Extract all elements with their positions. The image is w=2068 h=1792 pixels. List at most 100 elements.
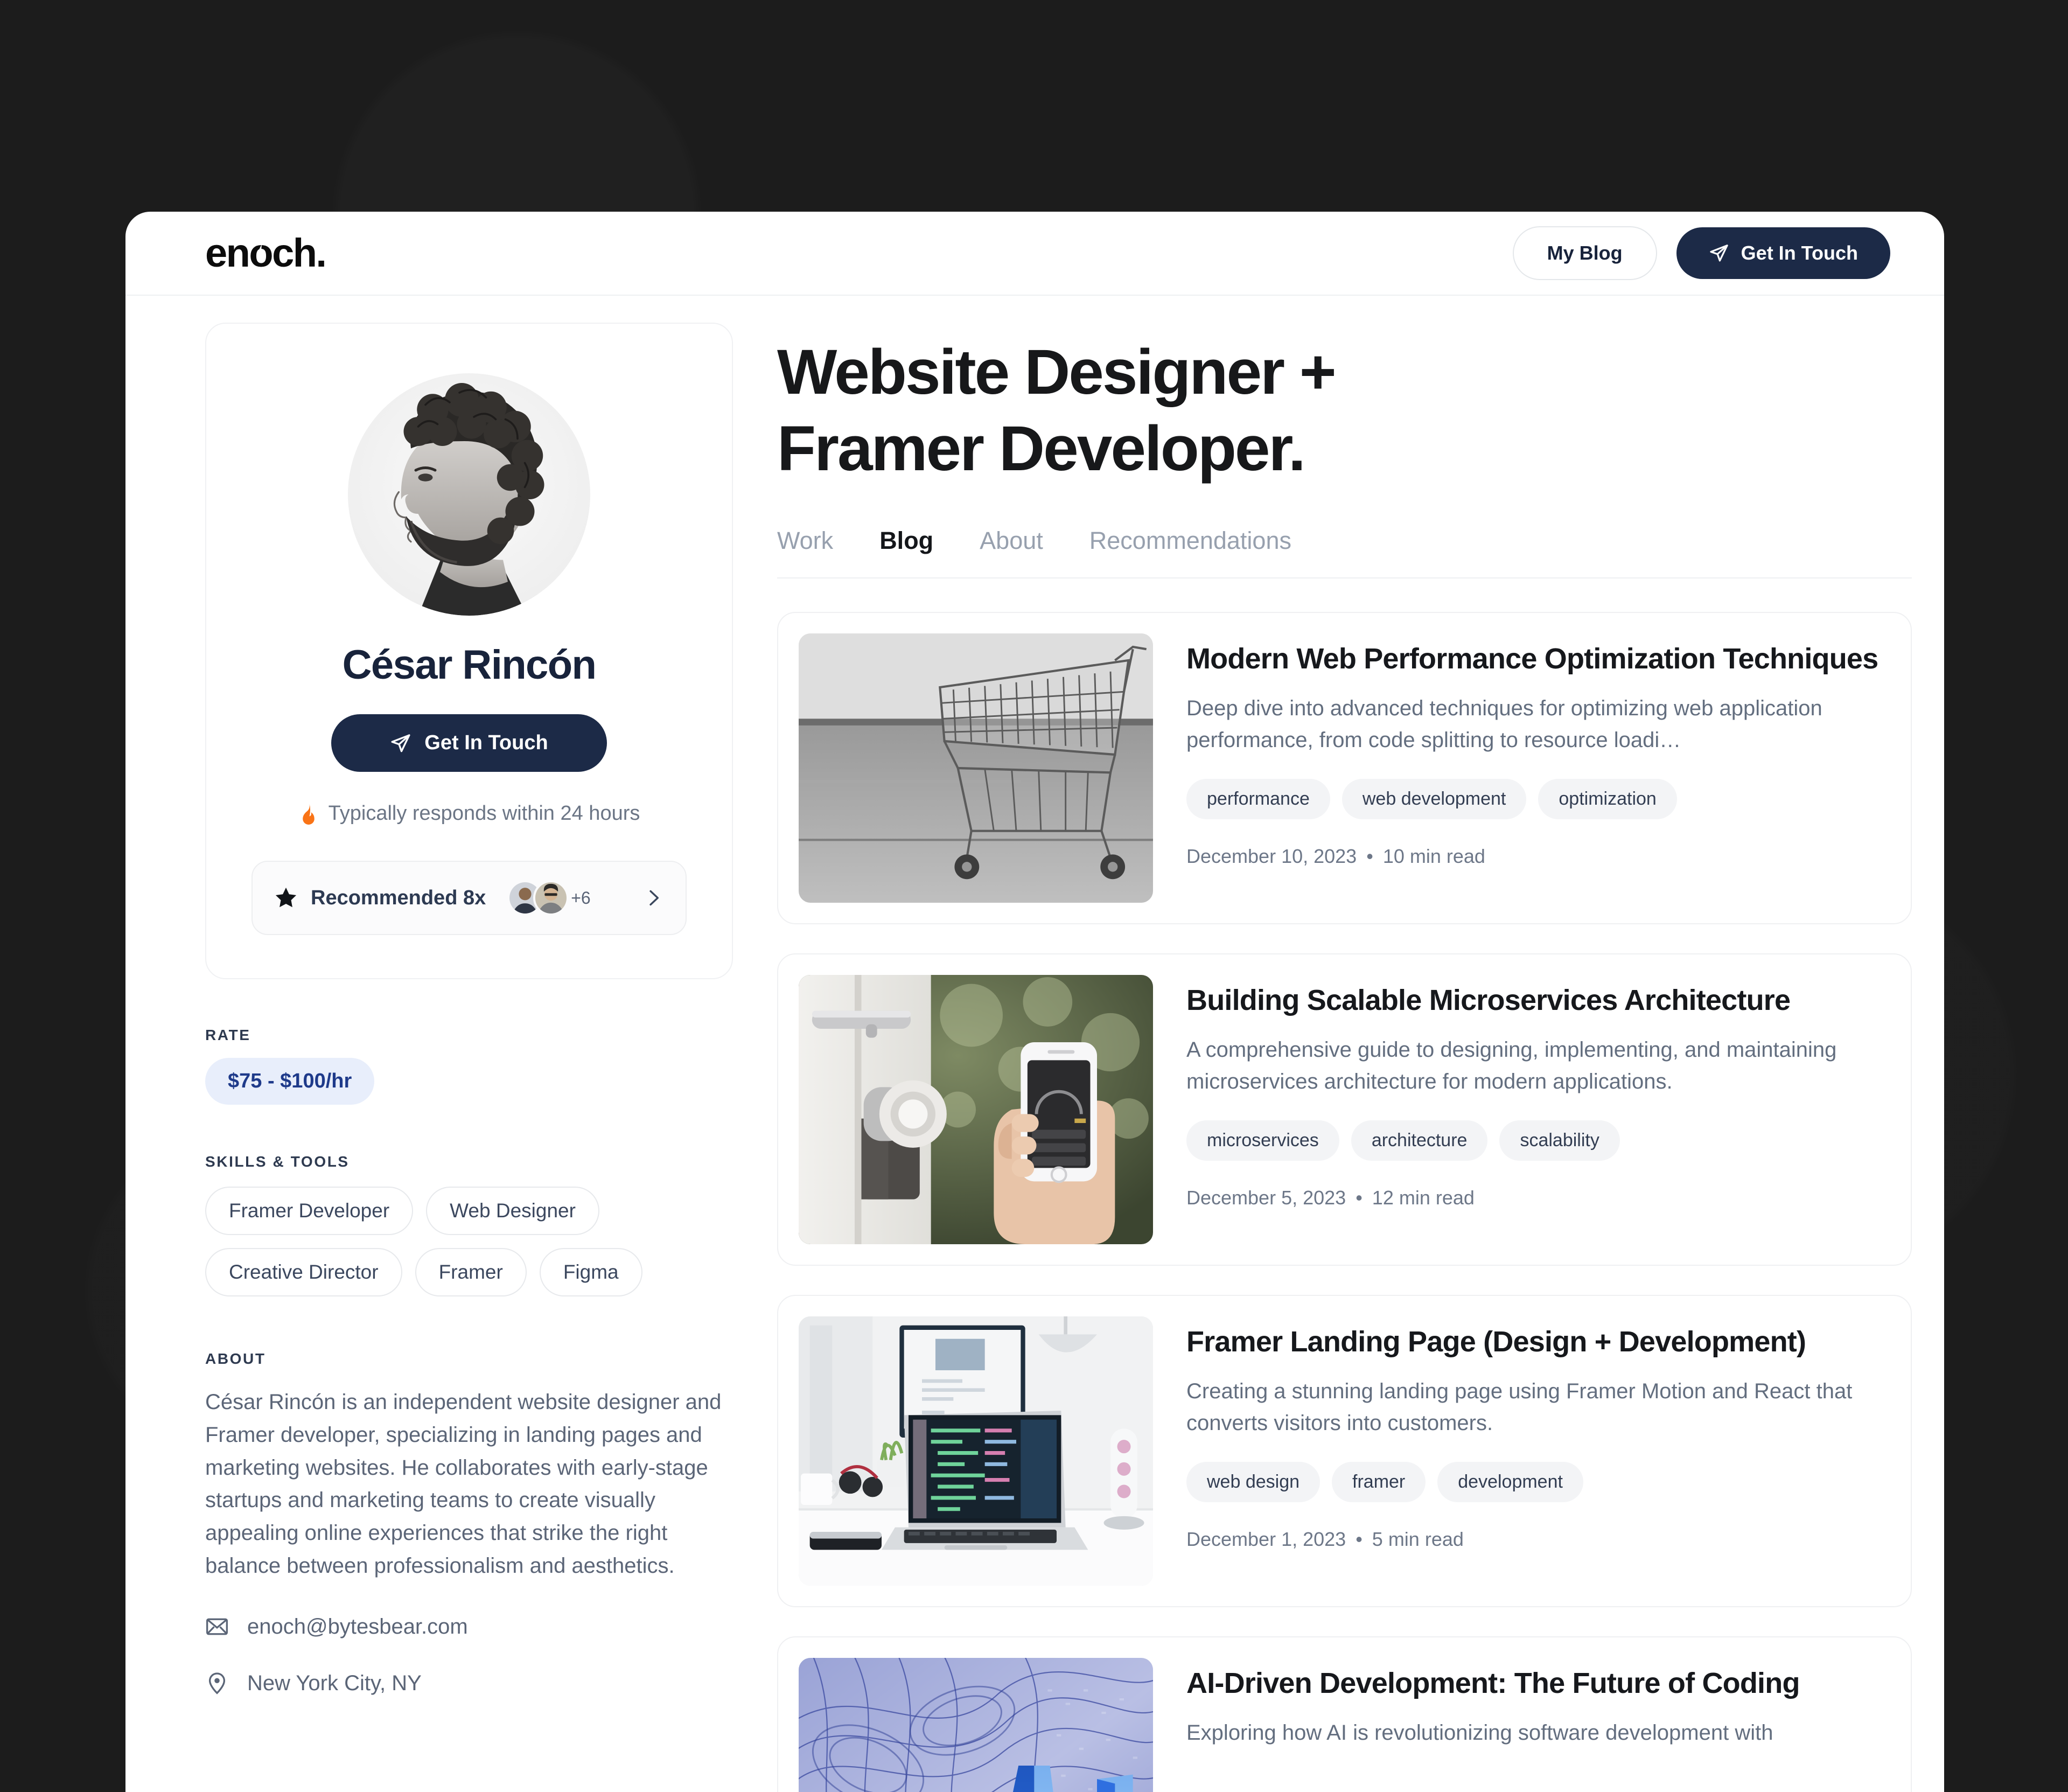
avatar-portrait	[348, 373, 590, 616]
content-tabs: Work Blog About Recommendations	[777, 527, 1912, 579]
post-body: Building Scalable Microservices Architec…	[1186, 975, 1890, 1244]
post-tag[interactable]: microservices	[1186, 1120, 1339, 1161]
post-read-time: 10 min read	[1382, 845, 1485, 868]
blog-post-card[interactable]: Building Scalable Microservices Architec…	[777, 953, 1912, 1266]
post-title: Modern Web Performance Optimization Tech…	[1186, 643, 1878, 675]
post-tag[interactable]: framer	[1332, 1462, 1426, 1503]
person-avatar-icon	[535, 882, 567, 914]
tab-recommendations[interactable]: Recommendations	[1089, 527, 1291, 555]
tab-blog[interactable]: Blog	[879, 527, 933, 555]
brand-text-before: en	[205, 231, 250, 275]
rate-section: RATE $75 - $100/hr	[205, 1027, 733, 1105]
profile-name: César Rincón	[342, 642, 597, 688]
skill-chip[interactable]: Framer	[415, 1248, 527, 1296]
skill-chip[interactable]: Figma	[539, 1248, 642, 1296]
paper-plane-icon	[391, 734, 410, 752]
location-pin-icon	[205, 1671, 229, 1695]
avatar	[348, 373, 590, 616]
lightning-bolt-icon	[256, 244, 265, 262]
post-title: Building Scalable Microservices Architec…	[1186, 984, 1791, 1017]
about-text: César Rincón is an independent website d…	[205, 1390, 722, 1578]
skill-chip[interactable]: Framer Developer	[205, 1187, 414, 1235]
sidebar-get-in-touch-button[interactable]: Get In Touch	[331, 714, 607, 772]
blog-post-card[interactable]: AI-Driven Development: The Future of Cod…	[777, 1636, 1912, 1792]
post-excerpt: Deep dive into advanced techniques for o…	[1186, 696, 1822, 752]
recommendations-label: Recommended 8x	[311, 886, 486, 909]
contact-email-value: enoch@bytesbear.com	[247, 1614, 468, 1638]
post-meta: December 5, 2023 • 12 min read	[1186, 1187, 1890, 1209]
about-section-label: ABOUT	[205, 1350, 266, 1367]
post-excerpt: A comprehensive guide to designing, impl…	[1186, 1037, 1837, 1094]
post-tag-row: performance web development optimization	[1186, 779, 1890, 820]
main-content: Website Designer + Framer Developer. Wor…	[777, 323, 1912, 1792]
flame-icon	[302, 804, 315, 825]
post-tag-row: microservices architecture scalability	[1186, 1120, 1890, 1161]
mail-icon	[205, 1615, 229, 1638]
blog-post-card[interactable]: Modern Web Performance Optimization Tech…	[777, 612, 1912, 925]
ai-abstract-photo	[799, 1658, 1153, 1792]
skills-section: SKILLS & TOOLS Framer Developer Web Desi…	[205, 1153, 733, 1296]
rate-value-badge: $75 - $100/hr	[205, 1058, 375, 1105]
post-tag[interactable]: web design	[1186, 1462, 1321, 1503]
skill-chip[interactable]: Web Designer	[426, 1187, 599, 1235]
rate-section-label: RATE	[205, 1027, 251, 1043]
post-excerpt: Exploring how AI is revolutionizing soft…	[1186, 1720, 1773, 1745]
contact-location-row: New York City, NY	[205, 1671, 733, 1696]
brand-logo[interactable]: enoch.	[205, 231, 327, 275]
contact-location-value: New York City, NY	[247, 1671, 422, 1695]
shopping-cart-photo	[799, 633, 1153, 903]
post-thumbnail	[799, 1316, 1153, 1586]
meta-separator: •	[1366, 845, 1373, 868]
post-body: Modern Web Performance Optimization Tech…	[1186, 633, 1890, 903]
post-tag[interactable]: web development	[1342, 779, 1527, 820]
app-window: enoch. My Blog Get In Touch	[125, 212, 1944, 1792]
recommender-avatar-2	[533, 880, 569, 916]
star-icon	[275, 887, 297, 908]
recommender-avatars: +6	[507, 880, 591, 916]
post-tag[interactable]: architecture	[1351, 1120, 1488, 1161]
post-tag[interactable]: scalability	[1499, 1120, 1620, 1161]
post-date: December 1, 2023	[1186, 1528, 1346, 1551]
post-read-time: 12 min read	[1372, 1187, 1475, 1209]
sidebar-get-in-touch-label: Get In Touch	[424, 731, 548, 754]
profile-sidebar: César Rincón Get In Touch Typically resp…	[205, 323, 733, 1792]
meta-separator: •	[1356, 1528, 1363, 1551]
tab-about[interactable]: About	[980, 527, 1043, 555]
header-get-in-touch-button[interactable]: Get In Touch	[1676, 227, 1890, 279]
post-tag[interactable]: optimization	[1538, 779, 1677, 820]
header-actions: My Blog Get In Touch	[1512, 226, 1890, 280]
post-excerpt: Creating a stunning landing page using F…	[1186, 1379, 1853, 1435]
post-title: Framer Landing Page (Design + Developmen…	[1186, 1326, 1806, 1358]
post-body: Framer Landing Page (Design + Developmen…	[1186, 1316, 1890, 1586]
post-thumbnail	[799, 633, 1153, 903]
response-time: Typically responds within 24 hours	[251, 802, 687, 825]
contact-email-row[interactable]: enoch@bytesbear.com	[205, 1615, 733, 1639]
skills-section-label: SKILLS & TOOLS	[205, 1153, 350, 1170]
post-title: AI-Driven Development: The Future of Cod…	[1186, 1667, 1800, 1700]
smart-lock-photo	[799, 975, 1153, 1245]
brand-text-after: ch.	[272, 231, 327, 275]
recommendations-summary[interactable]: Recommended 8x +6	[251, 861, 687, 935]
skill-chip[interactable]: Creative Director	[205, 1248, 402, 1296]
laptop-code-photo	[799, 1316, 1153, 1586]
about-section: ABOUT César Rincón is an independent web…	[205, 1350, 733, 1696]
response-time-label: Typically responds within 24 hours	[328, 802, 640, 825]
blog-post-card[interactable]: Framer Landing Page (Design + Developmen…	[777, 1295, 1912, 1608]
post-tag[interactable]: performance	[1186, 779, 1330, 820]
my-blog-button[interactable]: My Blog	[1512, 226, 1657, 280]
post-thumbnail	[799, 1658, 1153, 1792]
recommender-more-count: +6	[571, 888, 591, 908]
blog-post-list: Modern Web Performance Optimization Tech…	[777, 612, 1912, 1792]
post-tag-row: web design framer development	[1186, 1462, 1890, 1503]
chevron-right-icon[interactable]	[642, 887, 664, 909]
paper-plane-icon	[1710, 245, 1728, 262]
meta-separator: •	[1356, 1187, 1363, 1209]
app-header: enoch. My Blog Get In Touch	[125, 212, 1944, 296]
page-title: Website Designer + Framer Developer.	[777, 337, 1337, 484]
post-thumbnail	[799, 975, 1153, 1245]
brand-letter-o: o	[249, 233, 273, 273]
tab-work[interactable]: Work	[777, 527, 833, 555]
profile-card: César Rincón Get In Touch Typically resp…	[205, 323, 733, 979]
post-tag[interactable]: development	[1437, 1462, 1583, 1503]
app-body: César Rincón Get In Touch Typically resp…	[125, 296, 1944, 1792]
